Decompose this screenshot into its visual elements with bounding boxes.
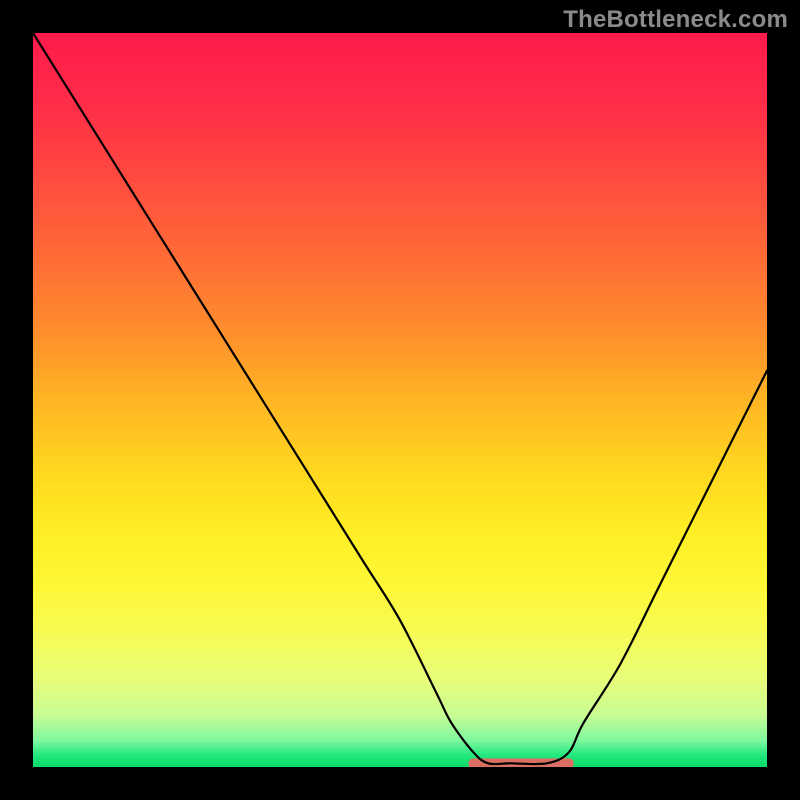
chart-frame: TheBottleneck.com: [0, 0, 800, 800]
plot-area: [33, 33, 767, 767]
bottleneck-curve: [33, 33, 767, 767]
watermark-label: TheBottleneck.com: [563, 6, 788, 34]
